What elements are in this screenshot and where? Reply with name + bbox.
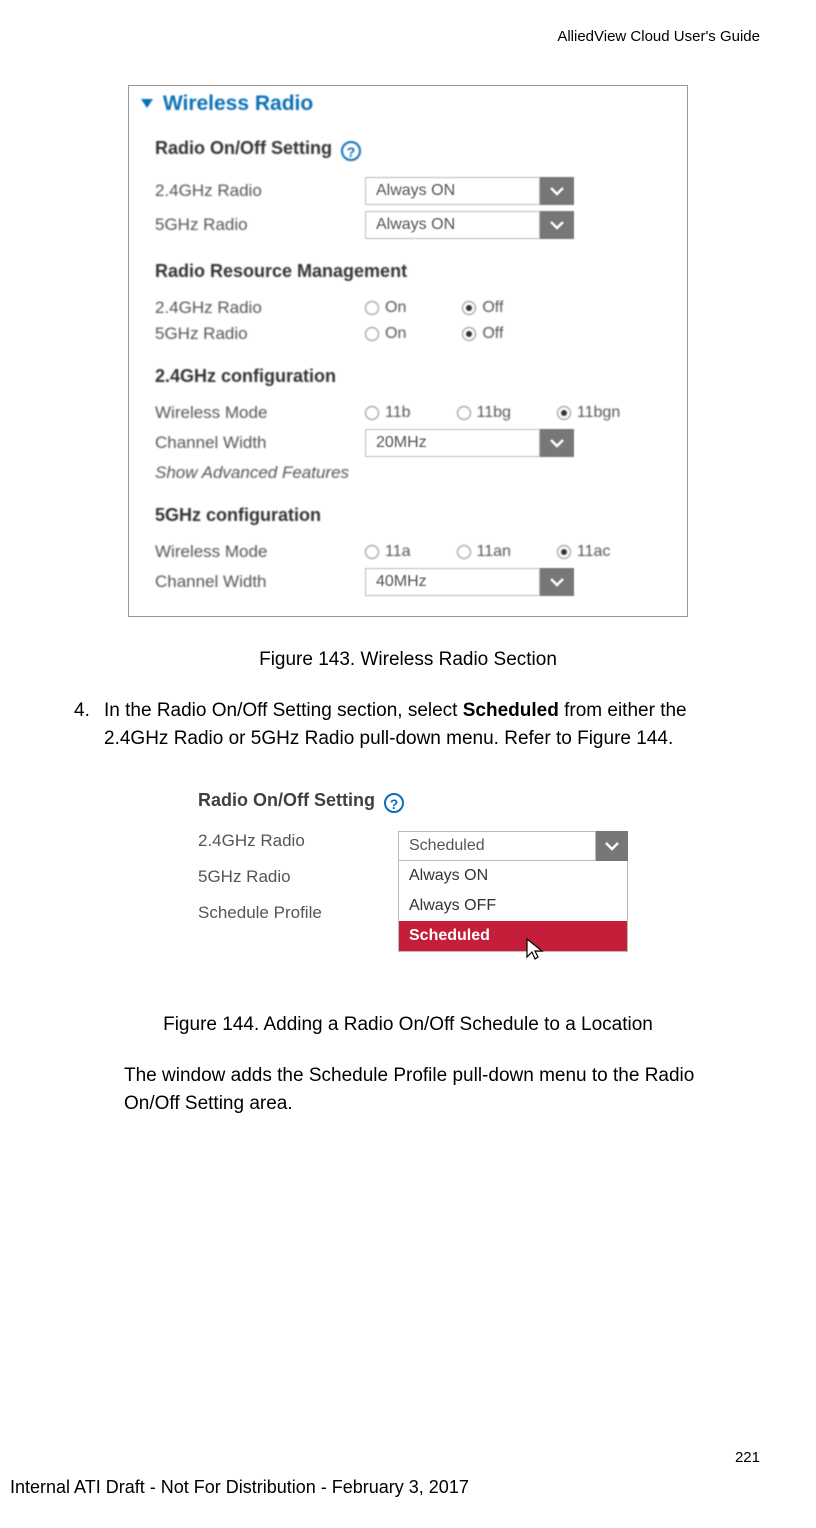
page-number: 221 [735,1449,760,1466]
help-icon[interactable]: ? [341,141,361,161]
label-24-wireless-mode: Wireless Mode [155,403,365,423]
wireless-radio-collapse-header[interactable]: Wireless Radio [141,92,675,116]
label-24ghz-radio: 2.4GHz Radio [155,181,365,201]
fig144-heading: Radio On/Off Setting ? [198,790,648,813]
dropdown-24ghz-onoff[interactable]: Always ON [365,177,574,205]
radio-rrm5-off[interactable]: Off [462,325,503,343]
help-icon[interactable]: ? [384,793,404,813]
header-guide-title: AlliedView Cloud User's Guide [56,28,760,45]
dropdown-5ghz-onoff[interactable]: Always ON [365,211,574,239]
chevron-down-icon [540,429,574,457]
footer-draft-notice: Internal ATI Draft - Not For Distributio… [10,1477,469,1498]
fig144-dropdown-selected: Scheduled [398,831,596,861]
cursor-icon [523,937,547,963]
cfg24-heading: 2.4GHz configuration [155,366,675,387]
fig144-label-schedule-profile: Schedule Profile [198,903,398,923]
figure-143-caption: Figure 143. Wireless Radio Section [56,649,760,671]
figure-143-panel: Wireless Radio Radio On/Off Setting ? 2.… [128,85,688,617]
radio-rrm24-off[interactable]: Off [462,299,503,317]
chevron-down-icon [540,177,574,205]
radio-24-11b[interactable]: 11b [365,404,411,422]
option-always-off[interactable]: Always OFF [399,891,627,921]
label-5-channel-width: Channel Width [155,572,365,592]
radio-onoff-heading: Radio On/Off Setting ? [155,138,675,161]
dropdown-24-channel-width[interactable]: 20MHz [365,429,574,457]
radio-5-11ac[interactable]: 11ac [557,543,611,561]
step-4-number: 4. [74,697,104,752]
radio-5-11an[interactable]: 11an [457,543,511,561]
figure-144-panel: Radio On/Off Setting ? 2.4GHz Radio 5GHz… [158,778,658,982]
radio-rrm5-on[interactable]: On [365,325,406,343]
rrm-heading: Radio Resource Management [155,261,675,282]
wireless-radio-title: Wireless Radio [163,92,313,115]
dropdown-24-cw-value: 20MHz [365,429,540,457]
fig144-dropdown-24ghz[interactable]: Scheduled Always ON Always OFF Scheduled [398,831,628,952]
cfg5-heading: 5GHz configuration [155,505,675,526]
body-paragraph: The window adds the Schedule Profile pul… [124,1062,712,1117]
radio-rrm24-on[interactable]: On [365,299,406,317]
dropdown-5-cw-value: 40MHz [365,568,540,596]
step-4: 4. In the Radio On/Off Setting section, … [74,697,730,752]
radio-5-11a[interactable]: 11a [365,543,411,561]
fig144-label-5ghz: 5GHz Radio [198,867,398,887]
label-5-wireless-mode: Wireless Mode [155,542,365,562]
radio-24-11bg[interactable]: 11bg [457,404,511,422]
label-5ghz-radio: 5GHz Radio [155,215,365,235]
label-rrm-5ghz: 5GHz Radio [155,324,365,344]
chevron-down-icon [596,831,628,861]
radio-24-11bgn[interactable]: 11bgn [557,404,620,422]
dropdown-5-channel-width[interactable]: 40MHz [365,568,574,596]
dropdown-5ghz-onoff-value: Always ON [365,211,540,239]
figure-144-caption: Figure 144. Adding a Radio On/Off Schedu… [56,1014,760,1036]
fig144-dropdown-options: Always ON Always OFF Scheduled [398,861,628,952]
chevron-down-icon [540,568,574,596]
label-rrm-24ghz: 2.4GHz Radio [155,298,365,318]
option-scheduled[interactable]: Scheduled [399,921,627,951]
label-24-channel-width: Channel Width [155,433,365,453]
caret-down-icon [141,99,153,108]
option-always-on[interactable]: Always ON [399,861,627,891]
show-advanced-link[interactable]: Show Advanced Features [155,463,349,483]
step-4-text: In the Radio On/Off Setting section, sel… [104,697,730,752]
chevron-down-icon [540,211,574,239]
fig144-label-24ghz: 2.4GHz Radio [198,831,398,851]
dropdown-24ghz-onoff-value: Always ON [365,177,540,205]
